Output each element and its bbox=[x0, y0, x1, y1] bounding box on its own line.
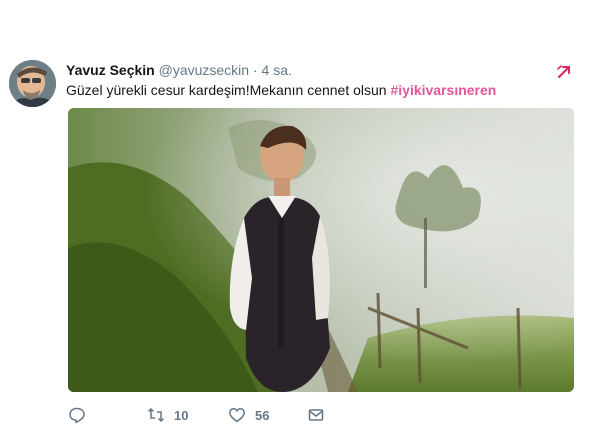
tweet-text: Güzel yürekli cesur kardeşim!Mekanın cen… bbox=[66, 82, 496, 98]
author-handle[interactable]: @yavuzseckin bbox=[159, 62, 249, 78]
tweet-body: Güzel yürekli cesur kardeşim!Mekanın cen… bbox=[66, 82, 391, 98]
heart-icon bbox=[229, 408, 245, 423]
caret-icon[interactable] bbox=[555, 63, 573, 81]
like-button[interactable]: 56 bbox=[228, 404, 269, 426]
author-name[interactable]: Yavuz Seçkin bbox=[66, 62, 155, 78]
hashtag-link[interactable]: #iyikivarsıneren bbox=[390, 82, 496, 98]
envelope-icon bbox=[308, 409, 324, 421]
retweet-icon bbox=[147, 407, 165, 423]
tweet-photo[interactable] bbox=[68, 108, 574, 392]
photo-image bbox=[68, 108, 574, 392]
reply-button[interactable] bbox=[68, 404, 86, 426]
timestamp[interactable]: 4 sa. bbox=[262, 62, 292, 78]
dm-button[interactable] bbox=[307, 404, 325, 426]
avatar-image bbox=[9, 60, 56, 107]
retweet-count: 10 bbox=[174, 407, 189, 423]
tweet[interactable]: Yavuz Seçkin @yavuzseckin · 4 sa. Güzel … bbox=[0, 0, 598, 445]
avatar[interactable] bbox=[9, 60, 56, 107]
retweet-button[interactable]: 10 bbox=[147, 404, 188, 426]
separator: · bbox=[252, 62, 258, 78]
like-count: 56 bbox=[255, 407, 270, 423]
reply-icon bbox=[69, 407, 85, 424]
tweet-actions: 10 56 bbox=[66, 404, 366, 426]
tweet-header: Yavuz Seçkin @yavuzseckin · 4 sa. bbox=[66, 62, 292, 78]
